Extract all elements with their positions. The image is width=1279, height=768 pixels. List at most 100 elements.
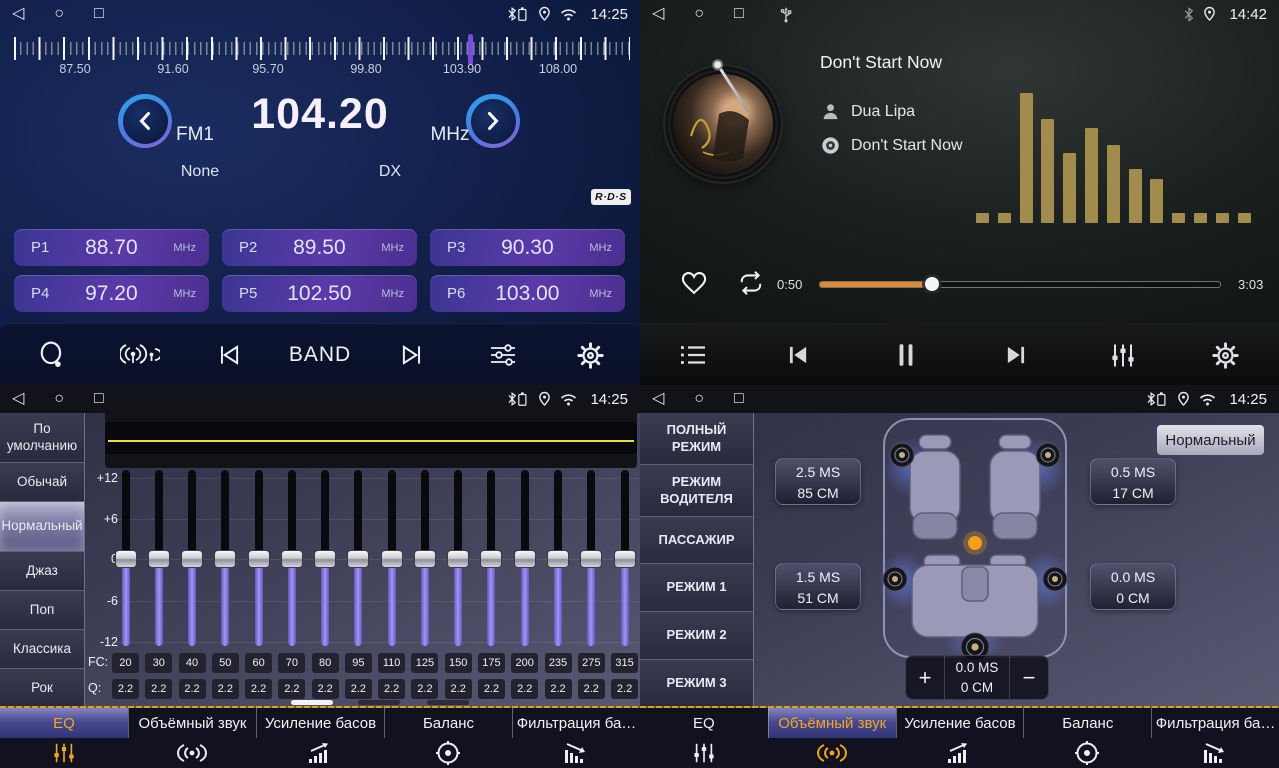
slider-thumb[interactable] bbox=[281, 550, 303, 568]
back-icon[interactable]: ◁ bbox=[12, 391, 24, 407]
mode-full[interactable]: ПОЛНЫЙ РЕЖИМ bbox=[640, 413, 754, 465]
audio-settings-button[interactable] bbox=[468, 324, 538, 385]
eq-band-slider[interactable] bbox=[547, 470, 569, 646]
eq-band-slider[interactable] bbox=[148, 470, 170, 646]
slider-thumb[interactable] bbox=[381, 550, 403, 568]
slider-thumb[interactable] bbox=[214, 550, 236, 568]
slider-thumb[interactable] bbox=[480, 550, 502, 568]
home-icon[interactable]: ○ bbox=[694, 6, 704, 22]
previous-track-button[interactable] bbox=[762, 324, 832, 385]
preset-button-6[interactable]: P6 103.00 MHz bbox=[430, 275, 625, 312]
tab-filter[interactable]: Фильтрация ба… bbox=[512, 708, 640, 738]
tab-bass-icon-cell[interactable] bbox=[256, 738, 384, 768]
eq-band-slider[interactable] bbox=[580, 470, 602, 646]
home-icon[interactable]: ○ bbox=[54, 6, 64, 22]
settings-button[interactable] bbox=[1190, 324, 1260, 385]
mode-2[interactable]: РЕЖИМ 2 bbox=[640, 612, 754, 660]
slider-thumb[interactable] bbox=[314, 550, 336, 568]
eq-band-slider[interactable] bbox=[480, 470, 502, 646]
eq-band-slider[interactable] bbox=[514, 470, 536, 646]
eq-band-slider[interactable] bbox=[248, 470, 270, 646]
preset-button-5[interactable]: P5 102.50 MHz bbox=[222, 275, 417, 312]
back-icon[interactable]: ◁ bbox=[652, 391, 664, 407]
tab-surround-icon-cell[interactable] bbox=[128, 738, 256, 768]
eq-band-slider[interactable] bbox=[381, 470, 403, 646]
tab-balance[interactable]: Баланс bbox=[1023, 708, 1151, 738]
tab-surround[interactable]: Объёмный звук bbox=[128, 708, 256, 738]
eq-band-slider[interactable] bbox=[281, 470, 303, 646]
eq-band-slider[interactable] bbox=[414, 470, 436, 646]
mode-1[interactable]: РЕЖИМ 1 bbox=[640, 564, 754, 612]
frequency-scale[interactable] bbox=[14, 34, 630, 64]
next-track-button[interactable] bbox=[981, 324, 1051, 385]
tab-eq-icon-cell[interactable] bbox=[640, 738, 768, 768]
eq-band-slider[interactable] bbox=[314, 470, 336, 646]
eq-band-slider[interactable] bbox=[614, 470, 636, 646]
slider-thumb[interactable] bbox=[248, 550, 270, 568]
eq-preset-custom[interactable]: Обычай bbox=[0, 463, 85, 502]
eq-preset-classic[interactable]: Классика bbox=[0, 630, 85, 669]
eq-band-slider[interactable] bbox=[347, 470, 369, 646]
tab-bass-boost[interactable]: Усиление басов bbox=[256, 708, 384, 738]
recents-icon[interactable]: □ bbox=[94, 6, 104, 22]
preset-button-1[interactable]: P1 88.70 MHz bbox=[14, 229, 209, 266]
slider-thumb[interactable] bbox=[580, 550, 602, 568]
home-icon[interactable]: ○ bbox=[694, 391, 704, 407]
tab-balance[interactable]: Баланс bbox=[384, 708, 512, 738]
tab-filter-icon-cell[interactable] bbox=[1151, 738, 1279, 768]
tab-surround[interactable]: Объёмный звук bbox=[768, 708, 896, 738]
next-station-button[interactable] bbox=[377, 324, 447, 385]
delay-decrease-button[interactable]: − bbox=[1010, 656, 1048, 699]
progress-knob[interactable] bbox=[925, 277, 939, 291]
tab-eq[interactable]: EQ bbox=[640, 708, 768, 738]
eq-preset-rock[interactable]: Рок bbox=[0, 669, 85, 708]
mode-3[interactable]: РЕЖИМ 3 bbox=[640, 660, 754, 708]
slider-thumb[interactable] bbox=[447, 550, 469, 568]
tab-balance-icon-cell[interactable] bbox=[384, 738, 512, 768]
tab-filter-icon-cell[interactable] bbox=[512, 738, 640, 768]
tab-balance-icon-cell[interactable] bbox=[1023, 738, 1151, 768]
slider-thumb[interactable] bbox=[414, 550, 436, 568]
mode-driver[interactable]: РЕЖИМ ВОДИТЕЛЯ bbox=[640, 465, 754, 517]
eq-band-slider[interactable] bbox=[181, 470, 203, 646]
tab-bass-boost[interactable]: Усиление басов bbox=[896, 708, 1024, 738]
recents-icon[interactable]: □ bbox=[734, 391, 744, 407]
slider-thumb[interactable] bbox=[181, 550, 203, 568]
preset-button-2[interactable]: P2 89.50 MHz bbox=[222, 229, 417, 266]
equalizer-button[interactable] bbox=[1088, 324, 1158, 385]
slider-thumb[interactable] bbox=[148, 550, 170, 568]
preset-button-3[interactable]: P3 90.30 MHz bbox=[430, 229, 625, 266]
progress-bar[interactable] bbox=[820, 282, 1220, 287]
playlist-button[interactable] bbox=[658, 324, 728, 385]
tab-filter[interactable]: Фильтрация ба… bbox=[1151, 708, 1279, 738]
pause-button[interactable] bbox=[871, 324, 941, 385]
eq-preset-jazz[interactable]: Джаз bbox=[0, 552, 85, 591]
eq-band-slider[interactable] bbox=[447, 470, 469, 646]
preset-button-4[interactable]: P4 97.20 MHz bbox=[14, 275, 209, 312]
settings-button[interactable] bbox=[555, 324, 625, 385]
scan-button[interactable] bbox=[17, 324, 87, 385]
repeat-button[interactable] bbox=[736, 270, 766, 296]
eq-preset-normal[interactable]: Нормальный bbox=[0, 502, 85, 552]
slider-thumb[interactable] bbox=[115, 550, 137, 568]
slider-thumb[interactable] bbox=[514, 550, 536, 568]
slider-thumb[interactable] bbox=[347, 550, 369, 568]
radio-program-button[interactable] bbox=[105, 324, 175, 385]
eq-preset-default[interactable]: По умолчанию bbox=[0, 413, 85, 463]
favorite-button[interactable] bbox=[680, 270, 708, 296]
slider-thumb[interactable] bbox=[614, 550, 636, 568]
mode-passenger[interactable]: ПАССАЖИР bbox=[640, 517, 754, 564]
recents-icon[interactable]: □ bbox=[94, 391, 104, 407]
back-icon[interactable]: ◁ bbox=[652, 6, 664, 22]
tab-surround-icon-cell[interactable] bbox=[768, 738, 896, 768]
recents-icon[interactable]: □ bbox=[734, 6, 744, 22]
tab-eq-icon-cell[interactable] bbox=[0, 738, 128, 768]
tuning-indicator[interactable] bbox=[468, 34, 473, 65]
delay-increase-button[interactable]: + bbox=[906, 656, 944, 699]
band-button[interactable]: BAND bbox=[285, 324, 355, 385]
slider-thumb[interactable] bbox=[547, 550, 569, 568]
previous-station-button[interactable] bbox=[194, 324, 264, 385]
soundfield-preset-button[interactable]: Нормальный bbox=[1157, 425, 1264, 455]
eq-band-slider[interactable] bbox=[214, 470, 236, 646]
eq-band-slider[interactable] bbox=[115, 470, 137, 646]
